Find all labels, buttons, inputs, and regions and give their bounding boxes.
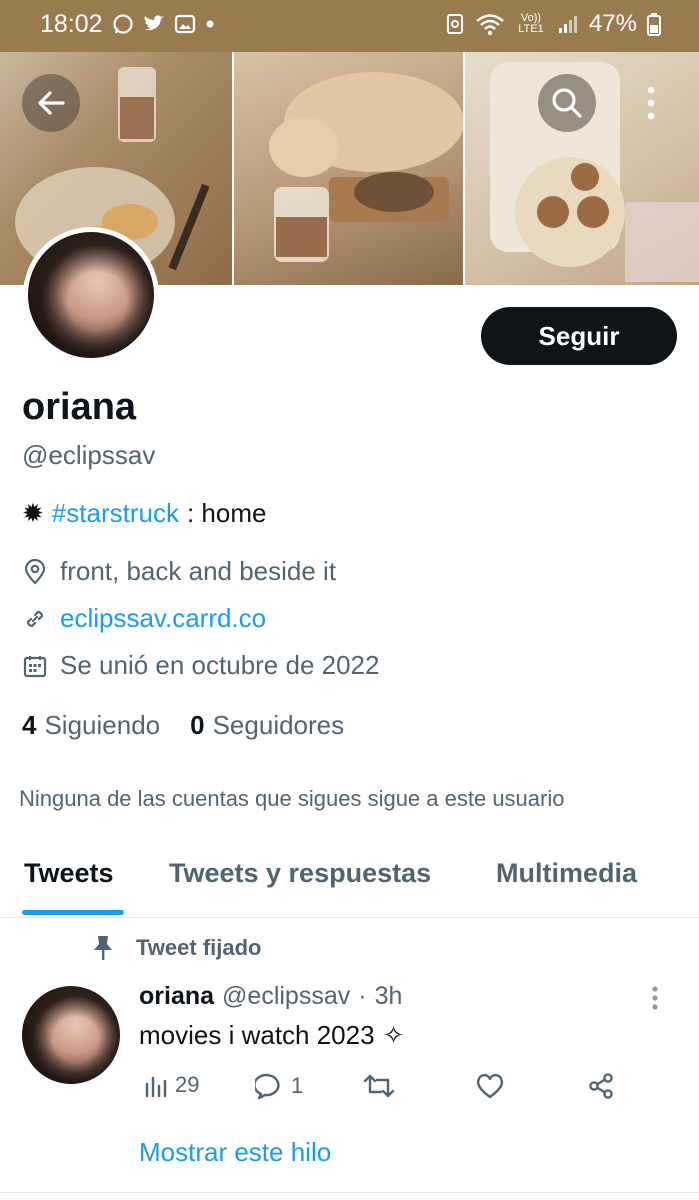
wifi-icon xyxy=(475,12,505,36)
mutual-followers-note: Ninguna de las cuentas que sigues sigue … xyxy=(19,786,565,811)
profile-location: front, back and beside it xyxy=(22,556,336,587)
share-button[interactable] xyxy=(587,1072,615,1100)
share-icon xyxy=(589,1073,613,1099)
following-link[interactable]: 4 Siguiendo xyxy=(22,710,160,741)
tweet-header: oriana @eclipssav · 3h xyxy=(139,982,402,1011)
status-notification-icons xyxy=(112,13,216,35)
follow-button[interactable]: Seguir xyxy=(481,307,677,365)
profile-display-name: oriana xyxy=(22,386,137,428)
website-link[interactable]: eclipssav.carrd.co xyxy=(60,603,266,634)
avatar-photo xyxy=(22,986,120,1084)
banner-photo-cat xyxy=(234,52,464,285)
more-options-button[interactable] xyxy=(622,74,680,132)
tweet-time: 3h xyxy=(374,982,403,1010)
views-count: 29 xyxy=(175,1072,200,1097)
pinned-label: Tweet fijado xyxy=(92,934,262,962)
whatsapp-icon xyxy=(112,13,134,35)
reply-count: 1 xyxy=(291,1073,304,1098)
views-button[interactable]: 29 xyxy=(143,1072,199,1098)
twitter-bird-icon xyxy=(142,13,166,35)
back-button[interactable] xyxy=(22,74,80,132)
active-tab-indicator xyxy=(22,910,124,915)
network-label: Vo)) LTE1 xyxy=(518,12,544,35)
tweet-sparkle: ✧ xyxy=(382,1020,405,1050)
retweet-icon xyxy=(363,1074,395,1098)
profile-tabs: Tweets Tweets y respuestas Multimedia xyxy=(0,840,699,918)
location-text: front, back and beside it xyxy=(60,556,337,586)
volte-icon: Vo)) LTE1 xyxy=(515,13,547,35)
link-icon xyxy=(26,610,44,627)
calendar-icon xyxy=(23,655,47,677)
more-vertical-icon xyxy=(647,86,655,120)
follow-stats: 4 Siguiendo 0 Seguidores xyxy=(22,710,344,741)
following-count: 4 xyxy=(22,710,37,740)
analytics-icon xyxy=(145,1076,167,1098)
search-icon xyxy=(552,88,582,118)
heart-icon xyxy=(476,1073,504,1099)
profile-bio: ✹ #starstruck : home xyxy=(22,498,266,529)
more-vertical-icon xyxy=(652,986,658,1010)
followers-label: Seguidores xyxy=(212,710,345,740)
recycle-icon xyxy=(445,12,465,36)
tweet-more-button[interactable] xyxy=(651,985,659,1016)
show-thread-link[interactable]: Mostrar este hilo xyxy=(139,1137,331,1168)
signal-icon xyxy=(557,13,579,35)
tweet-author-avatar[interactable] xyxy=(22,986,120,1084)
status-bar: 18:02 Vo)) LTE1 47% xyxy=(0,0,699,52)
bio-emoji: ✹ xyxy=(22,498,44,528)
tab-tweets[interactable]: Tweets xyxy=(24,858,114,889)
status-time: 18:02 xyxy=(40,10,103,38)
followers-link[interactable]: 0 Seguidores xyxy=(190,710,344,741)
following-label: Siguiendo xyxy=(44,710,161,740)
profile-avatar[interactable] xyxy=(23,227,159,363)
status-right-icons: Vo)) LTE1 47% xyxy=(445,10,661,38)
tweet-author-handle: @eclipssav xyxy=(222,982,351,1010)
tab-media[interactable]: Multimedia xyxy=(496,858,637,889)
joined-text: Se unió en octubre de 2022 xyxy=(60,650,380,680)
location-pin-icon xyxy=(24,558,46,585)
profile-joined-date: Se unió en octubre de 2022 xyxy=(22,650,379,681)
gallery-icon xyxy=(174,13,196,35)
like-button[interactable] xyxy=(475,1072,505,1100)
arrow-left-icon xyxy=(38,91,65,115)
reply-icon xyxy=(255,1073,280,1100)
reply-button[interactable]: 1 xyxy=(255,1072,303,1100)
pin-icon xyxy=(94,936,112,960)
tweet-text: movies i watch 2023 ✧ xyxy=(139,1020,404,1051)
tweet-body: movies i watch 2023 xyxy=(139,1020,375,1050)
tweet-author-name[interactable]: oriana xyxy=(139,982,214,1011)
tweet-actions: 29 1 xyxy=(139,1072,629,1112)
tweet-separator: · xyxy=(358,982,367,1010)
pinned-text: Tweet fijado xyxy=(136,935,262,960)
battery-percent: 47% xyxy=(588,10,637,37)
avatar-photo xyxy=(28,232,154,358)
search-button[interactable] xyxy=(538,74,596,132)
dot-icon xyxy=(204,13,216,35)
profile-handle: @eclipssav xyxy=(22,440,156,470)
retweet-button[interactable] xyxy=(363,1072,395,1100)
bio-text: : home xyxy=(186,498,267,528)
profile-website: eclipssav.carrd.co xyxy=(22,603,266,634)
followers-count: 0 xyxy=(190,710,205,740)
tab-tweets-and-replies[interactable]: Tweets y respuestas xyxy=(169,858,431,889)
bio-hashtag-link[interactable]: #starstruck xyxy=(52,498,179,529)
divider xyxy=(0,1192,699,1193)
battery-icon xyxy=(647,12,661,36)
